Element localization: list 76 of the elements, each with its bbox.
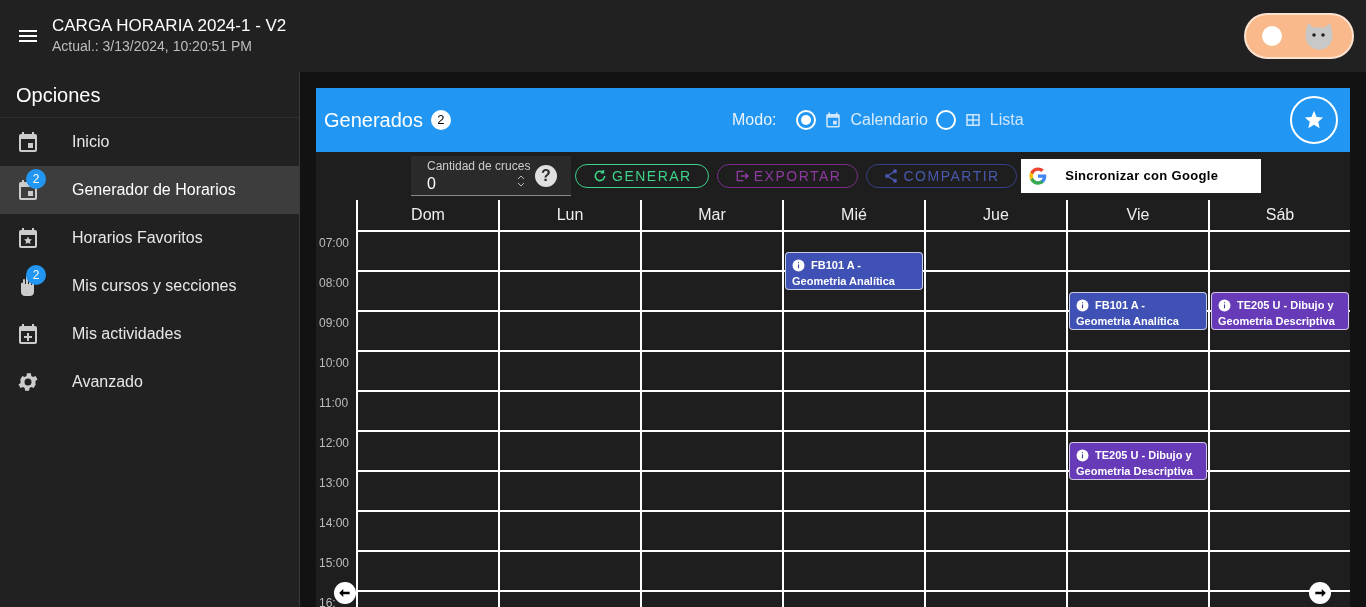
theme-toggle[interactable] <box>1244 13 1354 59</box>
sun-icon <box>1262 26 1282 46</box>
sidebar-item[interactable]: Inicio <box>0 118 299 166</box>
mode-option-label: Calendario <box>850 110 928 130</box>
sidebar-item-label: Inicio <box>72 132 110 152</box>
sidebar-item[interactable]: 2 Generador de Horarios <box>0 166 299 214</box>
time-label: 09:00 <box>319 315 350 332</box>
app-title: CARGA HORARIA 2024-1 - V2 <box>52 16 287 36</box>
calendar-plus-icon <box>16 322 40 346</box>
time-label: 15:00 <box>319 555 350 572</box>
calendar-star-icon <box>16 226 40 250</box>
event-block[interactable]: TE205 U - Dibujo y Geometria Descriptiva <box>1069 442 1207 480</box>
calendar-icon <box>16 130 40 154</box>
event-block[interactable]: FB101 A - Geometria Analítica <box>1069 292 1207 330</box>
day-header: Lun <box>500 200 640 232</box>
mode-label: Modo: <box>732 110 777 130</box>
settings-icon <box>16 370 40 394</box>
count-badge: 2 <box>26 265 46 285</box>
info-icon <box>792 258 805 272</box>
event-code: FB101 A - <box>1095 298 1145 313</box>
info-icon <box>1076 298 1089 312</box>
event-code: FB101 A - <box>811 258 861 273</box>
radio-button[interactable] <box>935 110 956 130</box>
mode-option-label: Lista <box>989 110 1024 130</box>
event-name: Geometria Descriptiva <box>1076 464 1194 479</box>
sidebar-item[interactable]: 2 Mis cursos y secciones <box>0 262 299 310</box>
last-updated-text: Actual.: 3/13/2024, 10:20:51 PM <box>52 37 254 56</box>
table-icon <box>963 111 982 129</box>
event-code: TE205 U - Dibujo y <box>1095 448 1192 463</box>
info-icon <box>1218 298 1231 312</box>
sidebar-item-label: Generador de Horarios <box>72 180 236 200</box>
radio-button[interactable] <box>796 110 817 130</box>
time-label: 14:00 <box>319 515 350 532</box>
google-sync-button[interactable]: Sincronizar con Google <box>1020 159 1261 193</box>
day-header: Jue <box>926 200 1066 232</box>
time-label: 11:00 <box>319 395 349 412</box>
panel-title: Generados <box>324 108 423 133</box>
sidebar-item[interactable]: Mis actividades <box>0 310 299 358</box>
previous-button[interactable] <box>334 582 356 604</box>
refresh-icon <box>592 168 608 184</box>
info-icon <box>1076 448 1089 462</box>
time-label: 10:00 <box>319 355 350 372</box>
sidebar-item[interactable]: Horarios Favoritos <box>0 214 299 262</box>
google-icon <box>1028 167 1047 185</box>
day-header: Sáb <box>1210 200 1350 232</box>
calendar-icon <box>824 111 843 129</box>
star-icon <box>1303 109 1325 131</box>
sidebar-title: Opciones <box>16 82 101 108</box>
time-label: 16: <box>319 595 336 607</box>
day-header: Mié <box>784 200 924 232</box>
count-badge: 2 <box>430 110 451 130</box>
event-block[interactable]: FB101 A - Geometria Analítica <box>785 252 923 290</box>
event-name: Geometria Analítica <box>792 274 896 289</box>
sidebar-item-label: Horarios Favoritos <box>72 228 203 248</box>
sidebar-item[interactable]: Avanzado <box>0 358 299 406</box>
time-label: 12:00 <box>319 435 350 452</box>
spinner-icon <box>517 175 525 187</box>
share-icon <box>883 168 900 184</box>
time-label: 08:00 <box>319 275 350 292</box>
time-label: 07:00 <box>319 235 350 252</box>
event-name: Geometria Analítica <box>1076 314 1180 329</box>
count-badge: 2 <box>26 169 46 189</box>
sidebar-item-label: Avanzado <box>72 372 143 392</box>
day-header: Vie <box>1068 200 1208 232</box>
event-name: Geometria Descriptiva <box>1218 314 1336 329</box>
sidebar-item-label: Mis actividades <box>72 324 182 344</box>
help-button[interactable]: ? <box>535 165 557 187</box>
next-button[interactable] <box>1309 582 1331 604</box>
day-header: Mar <box>642 200 782 232</box>
crossings-label: Cantidad de cruces <box>427 157 532 174</box>
favorite-button[interactable] <box>1290 96 1338 144</box>
event-code: TE205 U - Dibujo y <box>1237 298 1334 313</box>
sidebar-item-label: Mis cursos y secciones <box>72 276 237 296</box>
time-label: 13:00 <box>319 475 350 492</box>
day-header: Dom <box>358 200 498 232</box>
event-block[interactable]: TE205 U - Dibujo y Geometria Descriptiva <box>1211 292 1349 330</box>
